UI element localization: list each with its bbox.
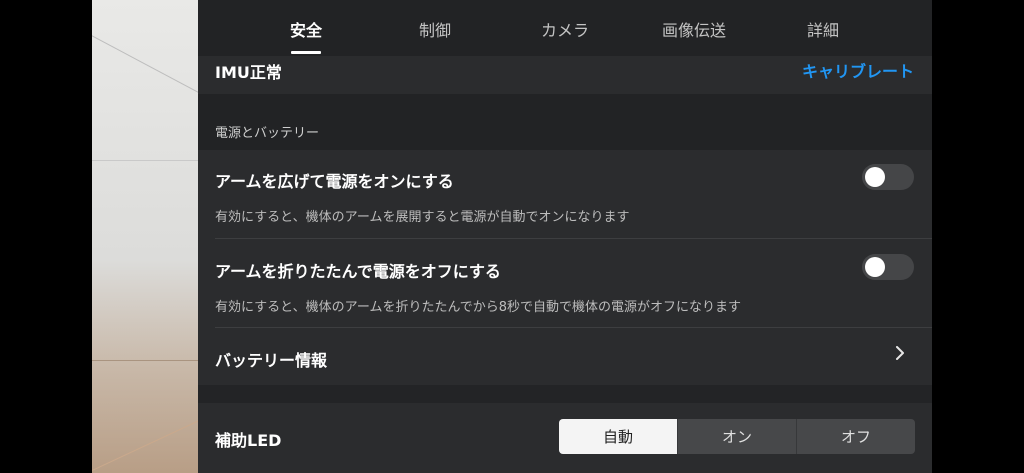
tab-details[interactable]: 詳細	[807, 17, 839, 41]
unfold-power-on-description: 有効にすると、機体のアームを展開すると電源が自動でオンになります	[215, 210, 630, 225]
aux-led-option-off[interactable]: オフ	[796, 419, 915, 454]
unfold-power-on-toggle[interactable]	[862, 164, 914, 190]
imu-status-row: IMU正常 キャリブレート	[198, 56, 932, 94]
active-tab-indicator	[291, 51, 321, 54]
divider	[215, 238, 932, 239]
calibrate-link[interactable]: キャリブレート	[802, 58, 914, 82]
unfold-power-on-title: アームを広げて電源をオンにする	[215, 172, 454, 191]
battery-info-row[interactable]: バッテリー情報	[215, 347, 327, 371]
tab-camera[interactable]: カメラ	[541, 17, 589, 41]
camera-feed-background	[92, 0, 198, 473]
aux-led-label: 補助LED	[215, 431, 282, 450]
fold-power-off-description: 有効にすると、機体のアームを折りたたんでから8秒で自動で機体の電源がオフになりま…	[215, 300, 742, 315]
right-letterbox	[932, 0, 1024, 473]
imu-status-label: IMU正常	[215, 63, 282, 82]
power-settings-block: アームを広げて電源をオンにする 有効にすると、機体のアームを展開すると電源が自動…	[198, 150, 932, 385]
toggle-knob	[865, 167, 885, 187]
chevron-right-icon[interactable]	[895, 346, 905, 360]
toggle-knob	[865, 257, 885, 277]
fold-power-off-toggle[interactable]	[862, 254, 914, 280]
aux-led-option-on[interactable]: オン	[677, 419, 796, 454]
aux-led-row: 補助LED 自動 オン オフ	[198, 403, 932, 473]
settings-panel: 安全 制御 カメラ 画像伝送 詳細 IMU正常 キャリブレート 電源とバッテリー…	[198, 0, 932, 473]
divider	[215, 327, 932, 328]
section-title: 電源とバッテリー	[215, 126, 320, 141]
tab-control[interactable]: 制御	[419, 17, 451, 41]
aux-led-segmented-control: 自動 オン オフ	[559, 419, 915, 454]
section-gap	[198, 385, 932, 403]
power-battery-section-header: 電源とバッテリー	[198, 94, 932, 150]
aux-led-option-auto[interactable]: 自動	[559, 419, 677, 454]
tab-bar: 安全 制御 カメラ 画像伝送 詳細	[198, 0, 932, 58]
tab-safety[interactable]: 安全	[290, 17, 322, 41]
fold-power-off-title: アームを折りたたんで電源をオフにする	[215, 262, 501, 281]
tab-transmission[interactable]: 画像伝送	[662, 17, 726, 41]
